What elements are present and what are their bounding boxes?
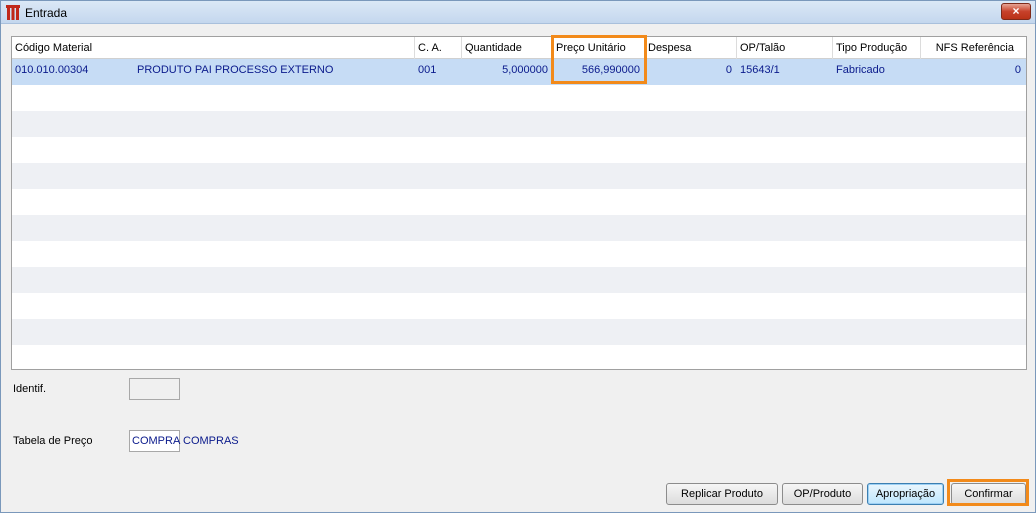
window-title: Entrada (25, 6, 68, 20)
cell-tipo-producao: Fabricado (836, 64, 885, 76)
close-button[interactable]: × (1001, 3, 1031, 20)
replicar-produto-button[interactable]: Replicar Produto (666, 483, 778, 505)
empty-row[interactable] (12, 345, 1026, 369)
cell-codigo: 010.010.00304 (15, 64, 89, 76)
table-row[interactable]: 010.010.00304 PRODUTO PAI PROCESSO EXTER… (12, 59, 1026, 85)
cell-ca: 001 (418, 64, 437, 76)
col-header-codigo[interactable]: Código Material (12, 37, 415, 59)
empty-row[interactable] (12, 111, 1026, 137)
cell-op-talao: 15643/1 (740, 64, 780, 76)
entrada-window: Entrada × Código Material C. A. Quantida… (0, 0, 1036, 513)
confirmar-highlight (947, 479, 1029, 506)
apropriacao-button[interactable]: Apropriação (867, 483, 944, 505)
empty-row[interactable] (12, 319, 1026, 345)
preco-highlight (551, 35, 647, 84)
col-header-despesa[interactable]: Despesa (645, 37, 737, 59)
cell-descricao: PRODUTO PAI PROCESSO EXTERNO (137, 64, 334, 76)
col-header-op-talao[interactable]: OP/Talão (737, 37, 833, 59)
col-header-tipo-producao[interactable]: Tipo Produção (833, 37, 921, 59)
op-produto-button[interactable]: OP/Produto (782, 483, 863, 505)
tabela-preco-label: Tabela de Preço (13, 435, 93, 447)
tabela-preco-field[interactable]: COMPRA (129, 430, 180, 452)
empty-row[interactable] (12, 293, 1026, 319)
empty-row[interactable] (12, 215, 1026, 241)
title-bar: Entrada × (1, 1, 1035, 24)
empty-row[interactable] (12, 241, 1026, 267)
cell-despesa: 0 (725, 64, 732, 76)
empty-row[interactable] (12, 137, 1026, 163)
identif-field[interactable] (129, 378, 180, 400)
app-logo-icon (6, 5, 20, 20)
cell-quantidade: 5,000000 (502, 64, 548, 76)
identif-label: Identif. (13, 383, 47, 395)
col-header-ca[interactable]: C. A. (415, 37, 462, 59)
empty-row[interactable] (12, 189, 1026, 215)
col-header-quantidade[interactable]: Quantidade (462, 37, 553, 59)
empty-row[interactable] (12, 163, 1026, 189)
empty-row[interactable] (12, 267, 1026, 293)
empty-row[interactable] (12, 85, 1026, 111)
col-header-nfs[interactable]: NFS Referência (921, 37, 1026, 59)
cell-nfs-referencia: 0 (1014, 64, 1021, 76)
items-grid[interactable]: Código Material C. A. Quantidade Preço U… (11, 36, 1027, 370)
tabela-preco-description: COMPRAS (183, 435, 239, 447)
grid-header: Código Material C. A. Quantidade Preço U… (12, 37, 1026, 59)
